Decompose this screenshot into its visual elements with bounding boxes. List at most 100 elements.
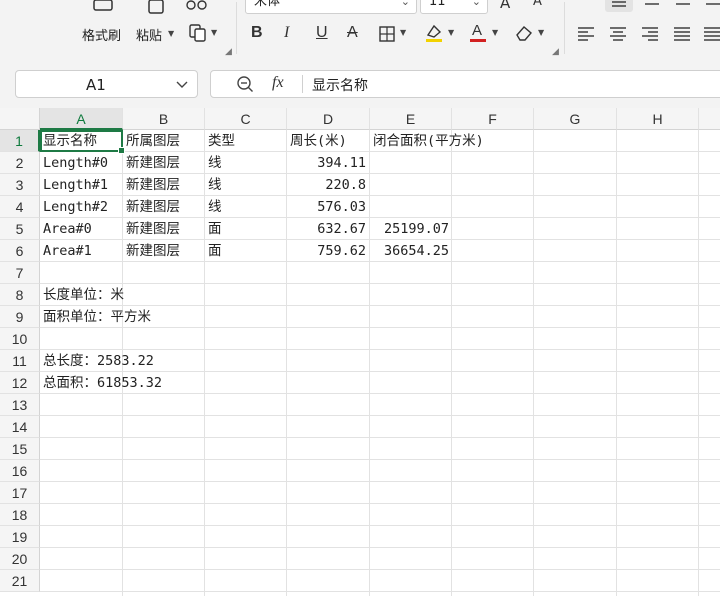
column-header-g[interactable]: G — [534, 108, 617, 130]
column-header-d[interactable]: D — [287, 108, 370, 130]
cell-a4[interactable]: Length#2 — [43, 196, 108, 218]
row-header-11[interactable]: 11 — [0, 350, 40, 372]
align-top-button[interactable] — [605, 0, 633, 12]
cell-c6[interactable]: 面 — [208, 240, 222, 262]
cell-d6[interactable]: 759.62 — [287, 240, 366, 262]
gridline — [698, 130, 699, 596]
font-color-button[interactable]: A ▼ — [468, 22, 502, 44]
row-header-12[interactable]: 12 — [0, 372, 40, 394]
cell-c4[interactable]: 线 — [208, 196, 222, 218]
cell-a11[interactable]: 总长度：2583.22 — [43, 350, 154, 372]
column-header-h[interactable]: H — [617, 108, 699, 130]
cell-d2[interactable]: 394.11 — [287, 152, 366, 174]
row-header-3[interactable]: 3 — [0, 174, 40, 196]
cell-a6[interactable]: Area#1 — [43, 240, 92, 262]
row-header-7[interactable]: 7 — [0, 262, 40, 284]
row-header-5[interactable]: 5 — [0, 218, 40, 240]
font-size-select[interactable]: 11 ⌄ — [420, 0, 488, 14]
row-header-13[interactable]: 13 — [0, 394, 40, 416]
name-box[interactable]: A1 — [15, 70, 198, 98]
row-header-1[interactable]: 1 — [0, 130, 40, 152]
format-painter-button[interactable]: 格式刷 — [78, 0, 128, 45]
underline-button[interactable]: U — [316, 24, 328, 42]
distributed-align-icon[interactable] — [703, 26, 720, 42]
cell-a2[interactable]: Length#0 — [43, 152, 108, 174]
row-header-4[interactable]: 4 — [0, 196, 40, 218]
paste-button[interactable]: 粘贴 ▼ — [134, 0, 178, 45]
gridline — [40, 459, 720, 460]
align-middle-icon[interactable] — [642, 0, 662, 12]
cell-a5[interactable]: Area#0 — [43, 218, 92, 240]
row-header-6[interactable]: 6 — [0, 240, 40, 262]
gridline — [40, 569, 720, 570]
row-header-15[interactable]: 15 — [0, 438, 40, 460]
font-group-expand-icon[interactable]: ◢ — [552, 47, 559, 57]
row-header-18[interactable]: 18 — [0, 504, 40, 526]
column-header-b[interactable]: B — [123, 108, 205, 130]
cell-a3[interactable]: Length#1 — [43, 174, 108, 196]
cell-c5[interactable]: 面 — [208, 218, 222, 240]
cell-d3[interactable]: 220.8 — [287, 174, 366, 196]
fx-icon[interactable]: fx — [272, 74, 284, 92]
borders-button[interactable]: ▼ — [379, 26, 413, 42]
justify-icon[interactable] — [673, 26, 691, 42]
grow-font-button[interactable]: A — [500, 0, 510, 12]
row-header-20[interactable]: 20 — [0, 548, 40, 570]
shrink-font-button[interactable]: A — [533, 0, 542, 9]
font-name-select[interactable]: 宋体 ⌄ — [245, 0, 417, 14]
cell-d5[interactable]: 632.67 — [287, 218, 366, 240]
strikethrough-button[interactable]: A — [347, 24, 358, 42]
cell-b1[interactable]: 所属图层 — [126, 130, 180, 152]
select-all-corner[interactable] — [0, 108, 40, 130]
clear-button[interactable]: ▼ — [514, 24, 550, 42]
column-header-partial[interactable] — [699, 108, 720, 130]
row-header-10[interactable]: 10 — [0, 328, 40, 350]
bold-button[interactable]: B — [251, 24, 263, 42]
cell-c3[interactable]: 线 — [208, 174, 222, 196]
italic-button[interactable]: I — [284, 24, 289, 42]
row-header-9[interactable]: 9 — [0, 306, 40, 328]
row-header-19[interactable]: 19 — [0, 526, 40, 548]
row-header-16[interactable]: 16 — [0, 460, 40, 482]
cell-b6[interactable]: 新建图层 — [126, 240, 180, 262]
align-center-icon[interactable] — [609, 26, 627, 42]
row-header-21[interactable]: 21 — [0, 570, 40, 592]
active-cell-selection[interactable] — [40, 130, 125, 154]
align-left-icon[interactable] — [577, 26, 595, 42]
row-header-17[interactable]: 17 — [0, 482, 40, 504]
cut-icon[interactable] — [186, 0, 208, 12]
cell-d4[interactable]: 576.03 — [287, 196, 366, 218]
row-header-2[interactable]: 2 — [0, 152, 40, 174]
cell-b3[interactable]: 新建图层 — [126, 174, 180, 196]
wrap-text-icon[interactable] — [703, 0, 720, 12]
cell-a9[interactable]: 面积单位：平方米 — [43, 306, 151, 328]
cell-e6[interactable]: 36654.25 — [370, 240, 449, 262]
spreadsheet-grid[interactable]: A B C D E F G H 1 2 3 4 5 6 7 8 9 10 11 … — [0, 108, 720, 596]
column-header-e[interactable]: E — [370, 108, 452, 130]
copy-button[interactable]: ▼ — [188, 24, 224, 42]
chevron-down-icon[interactable] — [175, 80, 189, 90]
cell-b5[interactable]: 新建图层 — [126, 218, 180, 240]
column-header-c[interactable]: C — [205, 108, 287, 130]
cell-d1[interactable]: 周长(米) — [290, 130, 347, 152]
cell-b4[interactable]: 新建图层 — [126, 196, 180, 218]
cell-a8[interactable]: 长度单位：米 — [43, 284, 124, 306]
cell-a12[interactable]: 总面积：61853.32 — [43, 372, 162, 394]
cell-e5[interactable]: 25199.07 — [370, 218, 449, 240]
align-bottom-icon[interactable] — [673, 0, 693, 12]
cell-c1[interactable]: 类型 — [208, 130, 235, 152]
row-header-14[interactable]: 14 — [0, 416, 40, 438]
cell-b2[interactable]: 新建图层 — [126, 152, 180, 174]
fill-color-button[interactable]: ▼ — [424, 23, 458, 45]
align-right-icon[interactable] — [641, 26, 659, 42]
cell-c2[interactable]: 线 — [208, 152, 222, 174]
cell-e1[interactable]: 闭合面积(平方米) — [373, 130, 484, 152]
formula-input[interactable]: 显示名称 — [312, 75, 368, 95]
borders-dropdown-icon: ▼ — [400, 28, 407, 37]
gridline — [40, 525, 720, 526]
row-header-8[interactable]: 8 — [0, 284, 40, 306]
zoom-search-icon[interactable] — [236, 75, 254, 93]
column-header-f[interactable]: F — [452, 108, 534, 130]
clipboard-group-expand-icon[interactable]: ◢ — [225, 47, 232, 57]
column-header-a[interactable]: A — [40, 108, 123, 130]
